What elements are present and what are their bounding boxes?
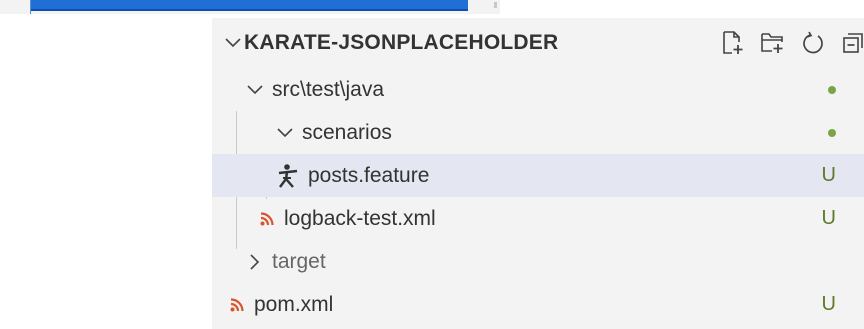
karate-icon (276, 163, 300, 189)
workspace-title: KARATE-JSONPLACEHOLDER (244, 31, 559, 54)
tree-item-label: posts.feature (308, 163, 430, 187)
tree-item-src-test-java[interactable]: src\test\java (212, 68, 864, 111)
modified-dot (828, 128, 836, 137)
divider (30, 0, 31, 14)
git-status-badge: U (821, 293, 836, 315)
explorer-actions (720, 30, 864, 56)
tree-item-scenarios[interactable]: scenarios (212, 111, 864, 154)
refresh-icon[interactable] (800, 30, 826, 56)
status-indicator (828, 68, 836, 111)
tree-item-pom-xml[interactable]: pom.xml U (212, 283, 864, 326)
tree-item-label: target (272, 249, 326, 273)
tree-item-label: pom.xml (254, 292, 334, 316)
chevron-down-icon[interactable] (244, 84, 266, 95)
modified-dot (828, 85, 836, 94)
status-indicator (828, 111, 836, 154)
collapse-all-icon[interactable] (840, 30, 864, 56)
explorer-panel: KARATE-JSONPLACEHOLDER src\test\java sce… (212, 18, 864, 329)
xml-feed-icon (228, 297, 246, 312)
chevron-right-icon[interactable] (244, 253, 266, 270)
tree-item-label: scenarios (302, 120, 392, 144)
git-status-badge: U (821, 207, 836, 229)
chevron-down-icon[interactable] (222, 38, 244, 48)
tree-item-target[interactable]: target (212, 240, 864, 283)
git-status-badge: U (821, 164, 836, 186)
xml-feed-icon (258, 211, 276, 226)
background-window-strip (0, 0, 500, 14)
tree-item-label: logback-test.xml (284, 206, 436, 230)
tree-item-logback-test-xml[interactable]: logback-test.xml U (212, 197, 864, 240)
scroll-grip[interactable] (494, 2, 497, 8)
selection-bar (30, 0, 468, 11)
tree-item-label: src\test\java (272, 77, 385, 101)
new-file-icon[interactable] (720, 30, 746, 56)
explorer-header[interactable]: KARATE-JSONPLACEHOLDER (212, 18, 864, 68)
new-folder-icon[interactable] (760, 30, 786, 56)
tree-item-posts-feature[interactable]: posts.feature U (212, 154, 864, 197)
chevron-down-icon[interactable] (274, 127, 296, 138)
